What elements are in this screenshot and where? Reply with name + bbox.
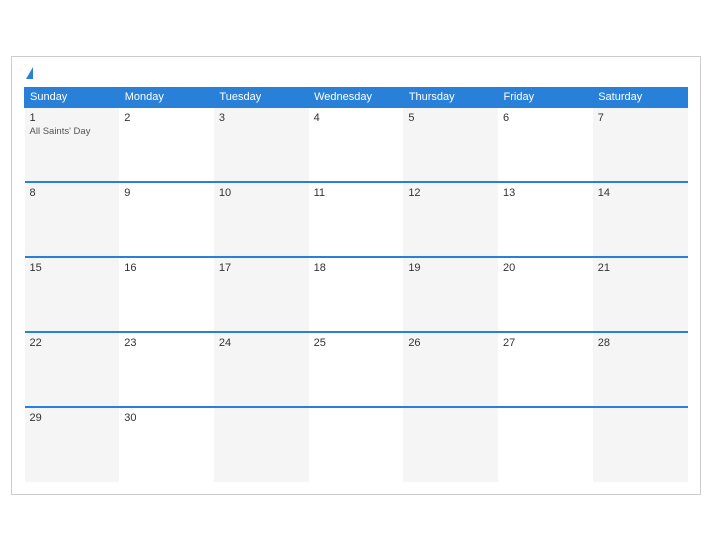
cal-cell: 4 (309, 107, 404, 182)
weekday-header-saturday: Saturday (593, 87, 688, 107)
day-number: 20 (503, 262, 588, 274)
cal-cell: 6 (498, 107, 593, 182)
cal-cell: 20 (498, 257, 593, 332)
weekday-header-sunday: Sunday (25, 87, 120, 107)
day-number: 3 (219, 112, 304, 124)
day-number: 14 (598, 187, 683, 199)
cal-cell: 23 (119, 332, 214, 407)
cal-cell (593, 407, 688, 482)
day-number: 24 (219, 337, 304, 349)
weekday-header-tuesday: Tuesday (214, 87, 309, 107)
cal-cell: 19 (403, 257, 498, 332)
day-number: 7 (598, 112, 683, 124)
cal-cell: 5 (403, 107, 498, 182)
cal-cell: 14 (593, 182, 688, 257)
day-number: 26 (408, 337, 493, 349)
weekday-header-wednesday: Wednesday (309, 87, 404, 107)
cal-cell: 25 (309, 332, 404, 407)
cal-cell: 21 (593, 257, 688, 332)
calendar-header (24, 67, 688, 79)
day-number: 9 (124, 187, 209, 199)
day-number: 1 (30, 112, 115, 124)
week-row-1: 1 All Saints' Day 234567 (25, 107, 688, 182)
day-number: 19 (408, 262, 493, 274)
calendar-container: SundayMondayTuesdayWednesdayThursdayFrid… (11, 56, 701, 495)
day-number: 29 (30, 412, 115, 424)
day-number: 27 (503, 337, 588, 349)
cal-cell: 2 (119, 107, 214, 182)
cal-cell (498, 407, 593, 482)
cal-cell: 15 (25, 257, 120, 332)
day-number: 6 (503, 112, 588, 124)
week-row-3: 15 16 17 18 19 20 21 (25, 257, 688, 332)
day-number: 10 (219, 187, 304, 199)
day-number: 16 (124, 262, 209, 274)
week-row-4: 22 23 24 25 26 27 28 (25, 332, 688, 407)
cal-cell: 24 (214, 332, 309, 407)
holiday-label: All Saints' Day (30, 126, 115, 137)
cal-cell: 29 (25, 407, 120, 482)
cal-cell: 8 (25, 182, 120, 257)
cal-cell: 1 All Saints' Day (25, 107, 120, 182)
cal-cell: 10 (214, 182, 309, 257)
day-number: 23 (124, 337, 209, 349)
cal-cell: 28 (593, 332, 688, 407)
cal-cell: 27 (498, 332, 593, 407)
day-number: 2 (124, 112, 209, 124)
day-number: 5 (408, 112, 493, 124)
day-number: 13 (503, 187, 588, 199)
day-number: 18 (314, 262, 399, 274)
cal-cell: 22 (25, 332, 120, 407)
day-number: 28 (598, 337, 683, 349)
day-number: 12 (408, 187, 493, 199)
weekday-header-thursday: Thursday (403, 87, 498, 107)
cal-cell: 7 (593, 107, 688, 182)
cal-cell: 30 (119, 407, 214, 482)
day-number: 11 (314, 187, 399, 199)
weekday-header-friday: Friday (498, 87, 593, 107)
day-number: 4 (314, 112, 399, 124)
cal-cell: 11 (309, 182, 404, 257)
week-row-5: 29 30 (25, 407, 688, 482)
day-number: 30 (124, 412, 209, 424)
day-number: 8 (30, 187, 115, 199)
week-row-2: 89 10 11 12 13 14 (25, 182, 688, 257)
cal-cell (309, 407, 404, 482)
weekday-header-row: SundayMondayTuesdayWednesdayThursdayFrid… (25, 87, 688, 107)
day-number: 15 (30, 262, 115, 274)
logo (24, 67, 33, 79)
day-number: 21 (598, 262, 683, 274)
day-number: 25 (314, 337, 399, 349)
cal-cell: 13 (498, 182, 593, 257)
cal-cell: 18 (309, 257, 404, 332)
cal-cell: 9 (119, 182, 214, 257)
cal-cell (214, 407, 309, 482)
day-number: 22 (30, 337, 115, 349)
cal-cell: 16 (119, 257, 214, 332)
cal-cell: 26 (403, 332, 498, 407)
cal-cell (403, 407, 498, 482)
logo-triangle-icon (26, 67, 33, 79)
weekday-header-monday: Monday (119, 87, 214, 107)
cal-cell: 3 (214, 107, 309, 182)
day-number: 17 (219, 262, 304, 274)
cal-cell: 12 (403, 182, 498, 257)
cal-cell: 17 (214, 257, 309, 332)
calendar-table: SundayMondayTuesdayWednesdayThursdayFrid… (24, 87, 688, 482)
